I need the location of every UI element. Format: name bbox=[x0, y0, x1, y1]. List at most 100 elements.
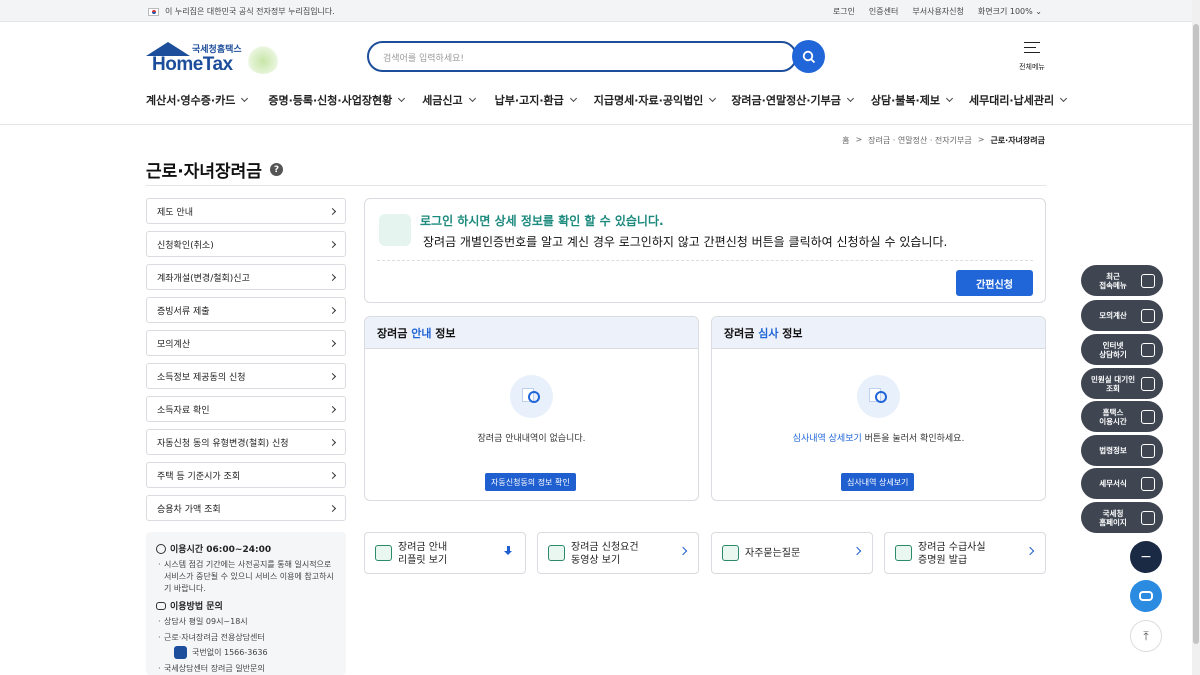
review-detail-link[interactable]: 심사내역 상세보기 bbox=[793, 434, 862, 444]
sidebar-item-confirm[interactable]: 신청확인(취소) bbox=[146, 231, 346, 257]
header: 국세청홈택스 HomeTax 검색어를 입력하세요! 전체메뉴 계산서·영수증·… bbox=[0, 22, 1200, 125]
gnb-item-consult[interactable]: 상담·불복·제보 bbox=[871, 92, 953, 108]
sidebar-item-auto-apply[interactable]: 자동신청 동의 유형변경(철회) 신청 bbox=[146, 429, 346, 455]
alarm-clock-icon bbox=[1141, 409, 1155, 424]
certificate-icon bbox=[895, 545, 912, 561]
gnb-item-certificate[interactable]: 증명·등록·신청·사업장현황 bbox=[268, 92, 406, 108]
help-icon[interactable]: ? bbox=[269, 163, 283, 176]
sidebar-item-vehicle[interactable]: 승용차 가액 조회 bbox=[146, 495, 346, 521]
top-links: 로그인 인증센터 부서사용자신청 화면크기 100% ⌄ bbox=[833, 6, 1042, 17]
quick-waiting[interactable]: 민원실 대기인 조회 bbox=[1081, 368, 1163, 399]
tile-faq[interactable]: 자주묻는질문 bbox=[711, 532, 873, 574]
sidebar-item-consent[interactable]: 소득정보 제공동의 신청 bbox=[146, 363, 346, 389]
dept-user-link[interactable]: 부서사용자신청 bbox=[912, 6, 964, 17]
chevron-down-icon bbox=[846, 94, 854, 103]
title-divider bbox=[146, 185, 1046, 186]
quick-recent-menu[interactable]: 최근 접속메뉴 bbox=[1081, 265, 1163, 296]
search-placeholder: 검색어를 입력하세요! bbox=[383, 54, 464, 64]
breadcrumb-category[interactable]: 장려금 · 연말정산 · 전자기부금 bbox=[868, 135, 972, 146]
page-scrollbar[interactable] bbox=[1192, 0, 1200, 675]
search-input[interactable]: 검색어를 입력하세요! bbox=[367, 41, 797, 72]
sidebar-item-housing[interactable]: 주택 등 기준시가 조회 bbox=[146, 462, 346, 488]
chevron-right-icon bbox=[328, 504, 337, 512]
clock-icon bbox=[1141, 273, 1155, 288]
hours-note: 시스템 점검 기간에는 사전공지를 통해 일시적으로 서비스가 중단될 수 있으… bbox=[156, 559, 336, 595]
tile-leaflet[interactable]: 장려금 안내 리플릿 보기 bbox=[364, 532, 526, 574]
page-title-wrap: 근로·자녀장려금 ? bbox=[146, 157, 283, 182]
chevron-right-icon bbox=[328, 339, 337, 347]
gnb-item-invoice[interactable]: 계산서·영수증·카드 bbox=[146, 92, 249, 108]
chevron-right-icon bbox=[678, 546, 688, 556]
quick-online-consult[interactable]: 인터넷 상담하기 bbox=[1081, 334, 1163, 365]
faq-icon bbox=[722, 545, 739, 561]
headset-icon bbox=[1141, 342, 1155, 357]
quick-simulation[interactable]: 모의계산 bbox=[1081, 300, 1163, 331]
chevron-right-icon bbox=[852, 546, 862, 556]
chevron-right-icon bbox=[328, 405, 337, 413]
chevron-down-icon bbox=[945, 94, 953, 103]
guide-panel-title: 장려금 안내 정보 bbox=[365, 317, 698, 349]
tile-video[interactable]: 장려금 신청요건 동영상 보기 bbox=[537, 532, 699, 574]
quick-hours[interactable]: 홈택스 이용시간 bbox=[1081, 401, 1163, 432]
hometax-logo[interactable]: 국세청홈택스 HomeTax bbox=[146, 40, 286, 76]
phone-row: 국번없이 1566-3636 bbox=[156, 646, 336, 659]
guide-info-panel: 장려금 안내 정보 장려금 안내내역이 없습니다. 자동신청동의 정보 확인 bbox=[364, 316, 699, 501]
bus-icon bbox=[375, 545, 392, 561]
scroll-top-button[interactable]: ⤒ bbox=[1130, 620, 1162, 652]
phone-number: 국번없이 1566-3636 bbox=[192, 648, 268, 657]
collapse-quick-button[interactable]: − bbox=[1130, 541, 1162, 573]
phone-icon bbox=[174, 646, 187, 659]
chevron-down-icon bbox=[468, 94, 476, 103]
login-notice-title: 로그인 하시면 상세 정보를 확인 할 수 있습니다. bbox=[420, 214, 664, 228]
document-icon bbox=[1141, 476, 1155, 491]
review-detail-button[interactable]: 심사내역 상세보기 bbox=[841, 473, 915, 491]
quick-law[interactable]: 법령정보 bbox=[1081, 435, 1163, 466]
sidebar-item-account[interactable]: 계좌개설(변경/철회)신고 bbox=[146, 264, 346, 290]
chevron-down-icon bbox=[241, 94, 249, 103]
chatbot-button[interactable] bbox=[1130, 580, 1162, 612]
top-utility-bar: 이 누리집은 대한민국 공식 전자정부 누리집입니다. 로그인 인증센터 부서사… bbox=[0, 0, 1200, 22]
tile-label: 자주묻는질문 bbox=[745, 548, 801, 559]
breadcrumb-sep: > bbox=[977, 135, 985, 144]
gnb-item-tax-report[interactable]: 세금신고 bbox=[422, 92, 476, 108]
login-link[interactable]: 로그인 bbox=[833, 6, 855, 17]
chat-bubble-icon bbox=[156, 601, 166, 610]
chevron-right-icon bbox=[328, 372, 337, 380]
chevron-down-icon bbox=[569, 94, 577, 103]
tile-certificate[interactable]: 장려금 수급사실 증명원 발급 bbox=[884, 532, 1046, 574]
review-panel-title: 장려금 심사 정보 bbox=[712, 317, 1045, 349]
chevron-right-icon bbox=[1025, 546, 1035, 556]
logo-en-text: HomeTax bbox=[152, 54, 233, 75]
monitor-play-icon bbox=[548, 545, 565, 561]
clock-icon bbox=[156, 543, 166, 554]
sidebar-item-income[interactable]: 소득자료 확인 bbox=[146, 396, 346, 422]
scrollbar-thumb[interactable] bbox=[1193, 24, 1199, 644]
breadcrumb-home[interactable]: 홈 bbox=[842, 135, 849, 146]
sidebar-item-simulation[interactable]: 모의계산 bbox=[146, 330, 346, 356]
hamburger-icon bbox=[1024, 42, 1040, 53]
all-menu-button[interactable]: 전체메뉴 bbox=[1012, 40, 1052, 74]
breadcrumb-sep: > bbox=[855, 135, 863, 144]
building-icon bbox=[1141, 510, 1155, 525]
quick-apply-button[interactable]: 간편신청 bbox=[956, 270, 1033, 296]
inquiry-homepage[interactable]: 국세상담센터 장려금 일반문의 bbox=[156, 663, 336, 675]
gnb-item-agent[interactable]: 세무대리·납세관리 bbox=[969, 92, 1068, 108]
page-title: 근로·자녀장려금 bbox=[146, 162, 262, 182]
calculator-icon bbox=[1141, 308, 1155, 323]
zoom-select[interactable]: 화면크기 100% ⌄ bbox=[978, 6, 1042, 17]
quick-forms[interactable]: 세무서식 bbox=[1081, 468, 1163, 499]
inquiry-center: 근로·자녀장려금 전용상담센터 bbox=[156, 632, 336, 644]
quick-nts-homepage[interactable]: 국세청 홈페이지 bbox=[1081, 502, 1163, 533]
gnb-item-payment[interactable]: 납부·고지·환급 bbox=[495, 92, 577, 108]
inquiry-hours: 상담사 평일 09시~18시 bbox=[156, 616, 336, 628]
search-button[interactable] bbox=[792, 40, 825, 73]
sidebar-item-guide[interactable]: 제도 안내 bbox=[146, 198, 346, 224]
search-icon bbox=[802, 50, 815, 63]
login-notice-text: 장려금 개별인증번호를 알고 계신 경우 로그인하지 않고 간편신청 버튼을 클… bbox=[423, 235, 948, 249]
auto-consent-info-button[interactable]: 자동신청동의 정보 확인 bbox=[485, 473, 576, 491]
gnb-item-incentive[interactable]: 장려금·연말정산·기부금 bbox=[731, 92, 854, 108]
sidebar-item-documents[interactable]: 증빙서류 제출 bbox=[146, 297, 346, 323]
cert-center-link[interactable]: 인증센터 bbox=[869, 6, 898, 17]
inquiry-heading: 이용방법 문의 bbox=[156, 599, 336, 612]
gnb-item-statement[interactable]: 지급명세·자료·공익법인 bbox=[594, 92, 717, 108]
